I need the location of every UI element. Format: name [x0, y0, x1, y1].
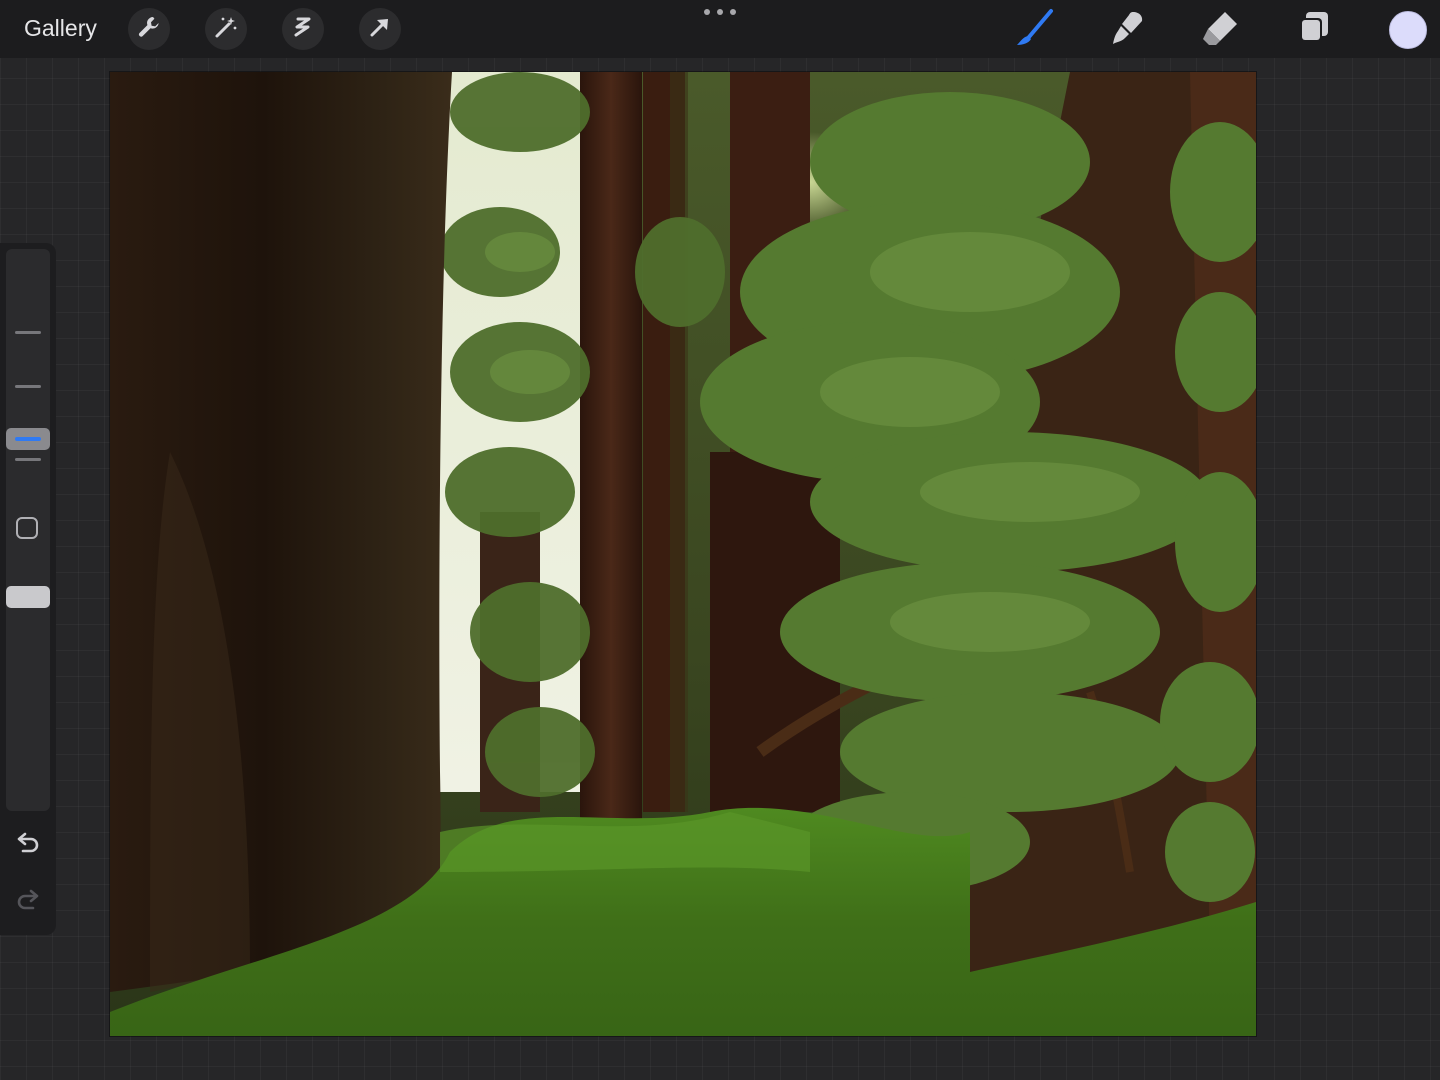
more-dot-icon	[730, 9, 736, 15]
modify-button[interactable]	[16, 517, 38, 539]
undo-icon	[14, 832, 42, 863]
brush-size-handle[interactable]	[6, 428, 50, 450]
adjustments-button[interactable]	[205, 8, 247, 50]
selection-icon	[290, 14, 316, 45]
magic-wand-icon	[213, 14, 239, 45]
smudge-icon	[1107, 8, 1147, 53]
top-toolbar: Gallery	[0, 0, 1440, 58]
forest-painting	[110, 72, 1256, 1036]
actions-button[interactable]	[128, 8, 170, 50]
brush-icon	[1013, 7, 1055, 54]
more-dot-icon	[704, 9, 710, 15]
more-options-handle[interactable]	[704, 9, 736, 17]
slider-tick	[15, 385, 41, 388]
layers-icon	[1294, 8, 1334, 53]
paint-tool-button[interactable]	[1012, 8, 1056, 52]
more-dot-icon	[717, 9, 723, 15]
transform-button[interactable]	[359, 8, 401, 50]
layers-button[interactable]	[1292, 8, 1336, 52]
color-picker-button[interactable]	[1389, 11, 1427, 49]
undo-button[interactable]	[14, 831, 42, 859]
drawing-canvas[interactable]	[110, 72, 1256, 1036]
eraser-tool-button[interactable]	[1198, 8, 1242, 52]
wrench-icon	[136, 14, 162, 45]
redo-button[interactable]	[14, 888, 42, 916]
sidebar	[0, 243, 56, 935]
brush-size-indicator	[15, 437, 41, 441]
opacity-slider-handle[interactable]	[6, 586, 50, 608]
redo-icon	[14, 889, 42, 920]
gallery-button[interactable]: Gallery	[24, 15, 97, 42]
transform-arrow-icon	[367, 14, 393, 45]
smudge-tool-button[interactable]	[1105, 8, 1149, 52]
brush-size-slider[interactable]	[6, 249, 50, 811]
eraser-icon	[1200, 8, 1240, 53]
selection-button[interactable]	[282, 8, 324, 50]
slider-tick	[15, 331, 41, 334]
slider-tick	[15, 458, 41, 461]
